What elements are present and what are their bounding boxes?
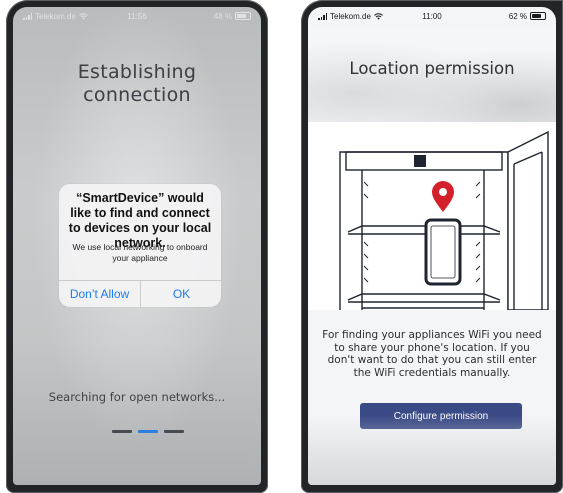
phone-frame-left: Telekom.de 11:56 48 % Establishing conne… [6,0,268,493]
progress-indicator [112,430,184,433]
alert-message: We use local networking to onboard your … [72,242,208,263]
permission-description: For finding your appliances WiFi you nee… [322,329,542,379]
page-title: Location permission [349,59,515,78]
phone-frame-right: Telekom.de 11:00 62 % Location permissio… [301,0,563,493]
fridge-location-icon [339,130,549,310]
battery-icon [530,12,546,20]
battery-icon [235,12,251,20]
page-title: Establishing connection [77,61,197,106]
progress-step [112,430,132,433]
progress-step [164,430,184,433]
progress-step-active [138,430,158,433]
screen-right: Telekom.de 11:00 62 % Location permissio… [308,7,556,485]
battery-percent: 48 % [213,11,232,21]
bottom-shade [308,415,556,485]
ok-button[interactable]: OK [141,281,221,307]
screen-left: Telekom.de 11:56 48 % Establishing conne… [13,7,261,485]
searching-status: Searching for open networks... [48,390,226,404]
fridge-illustration [308,122,556,310]
blurred-background [308,27,556,137]
dont-allow-button[interactable]: Don’t Allow [59,281,140,307]
status-bar: Telekom.de 11:00 62 % [308,7,556,25]
permission-alert: “SmartDevice” would like to find and con… [59,184,221,307]
battery-percent: 62 % [508,11,527,21]
status-bar: Telekom.de 11:56 48 % [13,7,261,25]
